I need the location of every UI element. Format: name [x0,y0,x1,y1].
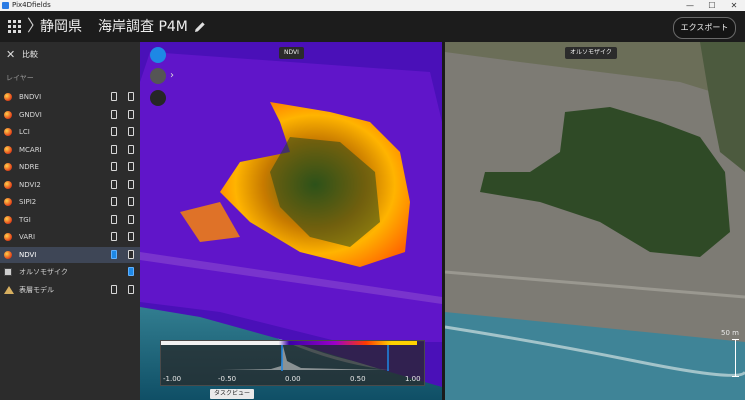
compare-title: 比較 [22,50,38,59]
layer-label: NDVI2 [19,180,41,189]
layer-label: 表層モデル [19,285,54,294]
left-pane-toggle[interactable] [111,284,117,294]
window-title: Pix4Dfields [12,1,51,9]
layers-heading: レイヤー [6,74,34,82]
layer-label: GNDVI [19,110,42,119]
right-pane-toggle[interactable] [128,179,134,189]
tooltip: タスクビュー [210,389,255,399]
window-controls: — ☐ ✕ [679,0,745,11]
left-pane-toggle[interactable] [111,127,117,136]
export-button[interactable]: エクスポート [673,17,736,39]
layer-label: NDVI [19,250,37,259]
tick-label: 1.00 [405,375,421,383]
right-pane-toggle[interactable] [128,109,134,119]
close-compare-icon[interactable]: ✕ [6,49,16,61]
index-icon [4,163,12,171]
layer-item[interactable]: オルソモザイク [0,264,140,280]
layer-label: NDRE [19,163,39,171]
left-pane-label: NDVI [279,47,304,59]
right-pane-toggle[interactable] [128,197,134,206]
tick-label: -0.50 [218,375,237,383]
compare-divider-handle[interactable] [442,42,445,400]
globe-icon[interactable] [150,90,166,106]
layer-item[interactable]: 表層モデル [0,282,140,298]
right-pane-toggle[interactable] [128,249,134,259]
right-pane-toggle[interactable] [128,267,134,276]
left-pane-toggle[interactable] [111,249,117,259]
histogram-axis: -1.00 -0.50 0.00 0.50 1.00 [161,375,424,384]
layer-item[interactable]: NDRE [0,159,140,175]
index-icon [4,250,12,259]
layer-item[interactable]: MCARI [0,142,140,158]
layer-item[interactable]: GNDVI [0,107,140,123]
app-grid-icon[interactable] [8,20,21,33]
layer-label: LCI [19,128,30,136]
scale-bar-label: 50 m [721,329,739,337]
right-pane-toggle[interactable] [128,92,134,101]
orthomosaic-icon [4,268,12,276]
layer-label: TGI [19,215,31,224]
left-pane-toggle[interactable] [111,214,117,224]
layer-item[interactable]: BNDVI [0,89,140,105]
minimize-button[interactable]: — [679,0,701,11]
right-pane-toggle[interactable] [128,284,134,294]
tick-label: 0.00 [285,375,301,383]
scale-bar: 50 m [713,329,739,379]
index-icon [4,110,12,119]
index-icon [4,198,12,206]
chevron-right-icon[interactable]: › [170,70,174,81]
layers-sidebar: ✕ 比較 レイヤー BNDVI GNDVI LCI MCARI NDRE NDVI2 SIP… [0,42,140,400]
ndvi-color-ramp [161,341,417,345]
layer-label: BNDVI [19,93,42,101]
pencil-icon[interactable] [193,20,207,34]
left-pane-toggle[interactable] [111,179,117,189]
index-icon [4,180,12,189]
left-pane-toggle[interactable] [111,162,117,171]
breadcrumb-region[interactable]: 静岡県 [40,18,82,36]
index-icon [4,233,12,241]
left-pane-toggle[interactable] [111,232,117,241]
right-pane-toggle[interactable] [128,144,134,154]
ndvi-histogram[interactable]: -1.00 -0.50 0.00 0.50 1.00 [160,340,425,386]
layers-icon[interactable] [150,47,166,63]
right-pane-toggle[interactable] [128,162,134,171]
layer-label: オルソモザイク [19,268,68,276]
compare-map[interactable]: › NDVI オルソモザイク -1.00 -0.50 0.00 0.50 1.0… [140,42,745,400]
layer-item[interactable]: TGI [0,212,140,228]
right-pane-label: オルソモザイク [565,47,617,59]
layer-item[interactable]: NDVI2 [0,177,140,193]
tick-label: -1.00 [163,375,182,383]
right-pane-toggle[interactable] [128,214,134,224]
maximize-button[interactable]: ☐ [701,0,723,11]
left-pane-toggle[interactable] [111,109,117,119]
app-header: 〉 静岡県 海岸調査 P4M エクスポート [0,11,745,42]
window-titlebar: Pix4Dfields — ☐ ✕ [0,0,745,11]
app-logo-icon [2,2,9,9]
right-pane-toggle[interactable] [128,127,134,136]
index-icon [4,215,12,224]
left-pane-toggle[interactable] [111,197,117,206]
index-icon [4,93,12,101]
layer-item[interactable]: SIPI2 [0,194,140,210]
close-window-button[interactable]: ✕ [723,0,745,11]
layer-label: MCARI [19,145,42,154]
layer-label: SIPI2 [19,198,37,206]
layer-item[interactable]: VARI [0,229,140,245]
left-pane-toggle[interactable] [111,92,117,101]
project-title: 海岸調査 P4M [98,19,188,35]
location-pin-icon[interactable] [150,68,166,84]
histogram-curve [164,341,420,371]
index-icon [4,128,12,136]
layer-item[interactable]: LCI [0,124,140,140]
index-icon [4,145,12,154]
left-pane-toggle[interactable] [111,144,117,154]
layer-label: VARI [19,233,36,241]
surface-model-icon [4,285,14,294]
right-pane-toggle[interactable] [128,232,134,241]
layer-item[interactable]: NDVI [0,246,140,263]
tick-label: 0.50 [350,375,366,383]
